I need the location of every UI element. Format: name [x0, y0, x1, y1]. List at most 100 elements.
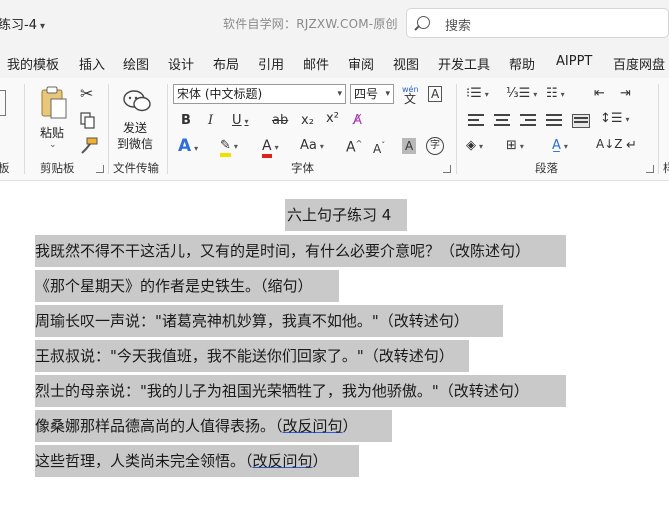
- group-label-file-transfer: 文件传输: [113, 161, 159, 175]
- clear-formatting-icon[interactable]: A̸: [353, 113, 362, 129]
- group-separator: [167, 84, 168, 174]
- tab-review[interactable]: 审阅: [348, 54, 374, 73]
- wechat-label-line2: 到微信: [117, 137, 154, 151]
- underlined-text: 改反问句: [252, 452, 313, 470]
- search-box[interactable]: 搜索: [406, 8, 669, 38]
- paste-label: 粘贴: [40, 126, 65, 140]
- tab-draw[interactable]: 绘图: [123, 54, 149, 73]
- ribbon-tabs: 我的模板 插入 绘图 设计 布局 引用 邮件 审阅 视图 开发工具 帮助 AIP…: [0, 46, 669, 78]
- paragraph-line[interactable]: 烈士的母亲说："我的儿子为祖国光荣牺牲了，我为他骄傲。"（改转述句）: [35, 375, 566, 407]
- text-effects-button[interactable]: A ▾: [178, 138, 198, 157]
- line-text: 六上句子练习 4: [287, 206, 392, 224]
- font-size-select[interactable]: 四号 ▾: [350, 84, 394, 104]
- font-color-label: A: [262, 138, 272, 158]
- paragraph-line[interactable]: 我既然不得不干这活儿，又有的是时间，有什么必要介意呢？（改陈述句）: [35, 235, 566, 267]
- distributed-icon[interactable]: [572, 114, 590, 128]
- underline-label: U: [232, 113, 242, 128]
- group-separator: [108, 84, 109, 174]
- copy-icon[interactable]: [80, 112, 96, 130]
- multilevel-list-button[interactable]: ☷ ▾: [546, 86, 565, 103]
- strikethrough-button[interactable]: ab: [272, 113, 288, 129]
- align-left-icon[interactable]: [468, 114, 484, 126]
- group-label-font: 字体: [291, 161, 314, 175]
- format-painter-icon[interactable]: [80, 137, 98, 155]
- paragraph-launcher-icon[interactable]: [646, 165, 654, 173]
- tab-my-templates[interactable]: 我的模板: [7, 54, 59, 73]
- search-icon: [417, 16, 430, 29]
- paragraph-line[interactable]: 《那个星期天》的作者是史铁生。（缩句）: [35, 270, 339, 302]
- font-color-button[interactable]: A ▾: [262, 138, 279, 158]
- show-formatting-marks-button[interactable]: ↵: [626, 138, 637, 154]
- chevron-down-icon: ▾: [625, 115, 630, 124]
- enclose-characters-button[interactable]: 字: [426, 137, 444, 155]
- shrink-font-label: A: [373, 142, 382, 156]
- cut-icon[interactable]: ✂: [80, 86, 93, 102]
- paste-button[interactable]: 粘贴 ⌄: [36, 84, 72, 150]
- align-center-icon[interactable]: [494, 114, 510, 126]
- paragraph-line[interactable]: 像桑娜那样品德高尚的人值得表扬。（改反问句）: [35, 410, 392, 442]
- line-text: 像桑娜那样品德高尚的人值得表扬。（: [35, 417, 283, 435]
- highlighter-icon: ✎: [220, 138, 231, 157]
- tab-mailings[interactable]: 邮件: [303, 54, 329, 73]
- group-separator: [24, 84, 25, 174]
- wechat-icon: [123, 90, 151, 112]
- grow-font-label: A: [346, 139, 356, 156]
- font-name-select[interactable]: 宋体 (中文标题) ▾: [173, 84, 346, 104]
- character-shading-button[interactable]: A: [402, 138, 417, 154]
- superscript-button[interactable]: x²: [326, 111, 339, 127]
- grow-font-button[interactable]: A^: [346, 136, 362, 156]
- justify-icon[interactable]: [546, 114, 562, 126]
- decrease-indent-button[interactable]: ⇤: [594, 86, 605, 102]
- shading-button[interactable]: ◈ ▾: [466, 138, 483, 155]
- paragraph-line[interactable]: 周瑜长叹一声说："诸葛亮神机妙算，我真不如他。"（改转述句）: [35, 305, 503, 337]
- change-case-label: Aa: [300, 138, 317, 153]
- chevron-down-icon: ▾: [479, 142, 484, 151]
- send-to-wechat-button[interactable]: 发送 到微信: [113, 84, 161, 154]
- tab-developer[interactable]: 开发工具: [438, 54, 490, 73]
- numbering-button[interactable]: ⅓☰ ▾: [506, 86, 537, 103]
- tab-baidu-netdisk[interactable]: 百度网盘: [613, 54, 665, 73]
- paragraph-line[interactable]: 这些哲理，人类尚未完全领悟。（改反问句）: [35, 445, 359, 477]
- group-label-partial-left: 板: [0, 161, 10, 175]
- bullets-button[interactable]: ⁝☰ ▾: [466, 86, 489, 103]
- partial-icon: [0, 90, 6, 116]
- clipboard-launcher-icon[interactable]: [96, 165, 104, 173]
- chinese-layout-button[interactable]: A̲ ▾: [552, 138, 568, 155]
- sort-button[interactable]: A↓Z: [596, 136, 622, 152]
- underlined-text: 改反问句: [282, 417, 343, 435]
- font-launcher-icon[interactable]: [443, 165, 451, 173]
- paste-icon: [41, 86, 67, 119]
- italic-button[interactable]: I: [208, 113, 213, 129]
- tab-aippt[interactable]: AIPPT: [556, 54, 592, 69]
- wechat-label-line1: 发送: [123, 121, 148, 135]
- search-placeholder: 搜索: [445, 19, 472, 34]
- tab-help[interactable]: 帮助: [509, 54, 535, 73]
- subscript-button[interactable]: x₂: [301, 113, 314, 129]
- borders-button[interactable]: ⊞ ▾: [506, 138, 524, 155]
- shrink-font-button[interactable]: Aˇ: [373, 138, 385, 157]
- tab-references[interactable]: 引用: [258, 54, 284, 73]
- chevron-down-icon: ▾: [337, 89, 342, 99]
- document-page[interactable]: 六上句子练习 4 我既然不得不干这活儿，又有的是时间，有什么必要介意呢？（改陈述…: [0, 181, 669, 513]
- tab-layout[interactable]: 布局: [213, 54, 239, 73]
- highlight-color-button[interactable]: ✎ ▾: [220, 138, 238, 157]
- document-title[interactable]: 练习-4 ▾: [0, 14, 45, 33]
- document-title-line[interactable]: 六上句子练习 4: [285, 199, 407, 231]
- paragraph-line[interactable]: 王叔叔说："今天我值班，我不能送你们回家了。"（改转述句）: [35, 340, 469, 372]
- character-border-icon[interactable]: A: [428, 86, 443, 102]
- tab-view[interactable]: 视图: [393, 54, 419, 73]
- underline-button[interactable]: U ▾: [232, 113, 249, 130]
- increase-indent-button[interactable]: ⇥: [620, 86, 631, 102]
- phonetic-guide-icon[interactable]: 文: [404, 91, 416, 107]
- change-case-button[interactable]: Aa ▾: [300, 138, 324, 155]
- tab-insert[interactable]: 插入: [79, 54, 105, 73]
- chevron-down-icon: ▾: [484, 90, 489, 99]
- align-right-icon[interactable]: [520, 114, 536, 126]
- line-text: 这些哲理，人类尚未完全领悟。（: [35, 452, 253, 470]
- line-text: 《那个星期天》的作者是史铁生。（缩句）: [35, 277, 313, 295]
- line-spacing-button[interactable]: ↕☰ ▾: [600, 111, 630, 128]
- tab-design[interactable]: 设计: [168, 54, 194, 73]
- chevron-down-icon: ⌄: [49, 140, 57, 150]
- group-separator: [658, 84, 659, 174]
- bold-button[interactable]: B: [181, 113, 191, 129]
